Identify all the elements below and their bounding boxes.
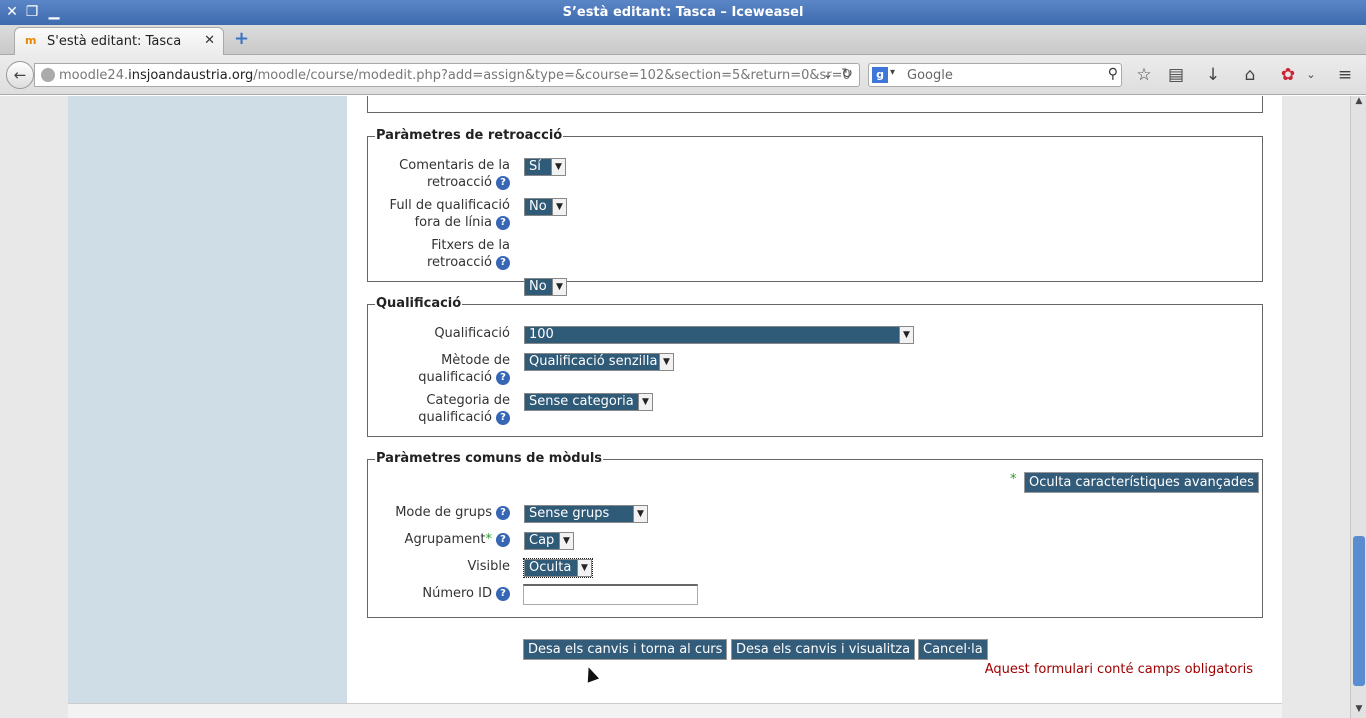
- page-viewport: tramesa? Paràmetres de retroacció Coment…: [0, 96, 1350, 718]
- help-icon[interactable]: ?: [496, 175, 510, 190]
- bookmarks-list-icon[interactable]: ▤: [1165, 65, 1187, 85]
- submission-settings-fieldset: tramesa?: [367, 96, 1263, 113]
- search-icon[interactable]: ⚲: [1108, 66, 1118, 82]
- close-tab-icon[interactable]: ✕: [204, 33, 215, 48]
- downloads-icon[interactable]: ↓: [1202, 65, 1224, 85]
- common-module-settings-fieldset: Paràmetres comuns de mòduls * Oculta car…: [367, 451, 1263, 618]
- reload-icon[interactable]: ↻: [841, 66, 853, 82]
- visible-label: Visible: [467, 559, 510, 574]
- group-mode-label: Mode de grups?: [378, 504, 510, 521]
- new-tab-icon[interactable]: +: [234, 30, 250, 48]
- help-icon[interactable]: ?: [496, 370, 510, 385]
- group-mode-select[interactable]: Sense grups ▼: [524, 505, 648, 523]
- chevron-down-icon: ▼: [633, 506, 647, 522]
- tab-strip: m S'està editant: Tasca ✕ +: [0, 25, 1366, 55]
- search-engine-dropdown-icon[interactable]: ▾: [890, 67, 895, 78]
- tab-title: S'està editant: Tasca: [47, 34, 182, 49]
- search-bar[interactable]: g ▾ Google ⚲: [868, 63, 1122, 87]
- visible-select[interactable]: Oculta ▼: [523, 558, 593, 578]
- chevron-down-icon: ▼: [552, 199, 566, 215]
- addon-dropdown-icon[interactable]: ⌄: [1300, 65, 1322, 85]
- back-button[interactable]: ←: [6, 61, 34, 89]
- offline-grading-select[interactable]: No ▼: [524, 198, 567, 216]
- tab-editing-task[interactable]: m S'està editant: Tasca ✕: [14, 27, 224, 55]
- grade-category-label: Categoria de qualificació?: [418, 393, 510, 425]
- chevron-down-icon: ▼: [638, 394, 652, 410]
- search-input[interactable]: Google: [907, 68, 953, 83]
- help-icon[interactable]: ?: [496, 532, 510, 547]
- chevron-down-icon: ▼: [899, 327, 913, 343]
- grading-method-label: Mètode de qualificació?: [418, 353, 510, 385]
- save-and-return-button[interactable]: Desa els canvis i torna al curs: [523, 639, 728, 660]
- chevron-down-icon: ▼: [577, 560, 591, 576]
- chevron-down-icon: ▼: [559, 533, 573, 549]
- chevron-down-icon: ▼: [552, 279, 566, 295]
- chevron-down-icon: ▼: [551, 159, 565, 175]
- home-icon[interactable]: ⌂: [1239, 65, 1261, 85]
- bookmark-star-icon[interactable]: ☆: [1133, 65, 1155, 85]
- grading-method-select[interactable]: Qualificació senzilla ▼: [524, 353, 674, 371]
- help-icon[interactable]: ?: [496, 255, 510, 270]
- feedback-files-select[interactable]: No ▼: [524, 278, 567, 296]
- scroll-down-icon[interactable]: ▼: [1353, 704, 1365, 716]
- id-number-input[interactable]: [523, 584, 698, 605]
- google-engine-icon[interactable]: g: [872, 67, 888, 83]
- addon-icon[interactable]: ✿: [1277, 65, 1299, 85]
- url-text[interactable]: moodle24.insjoandaustria.org/moodle/cour…: [59, 68, 851, 83]
- chevron-down-icon: ▼: [659, 354, 673, 370]
- globe-icon: [41, 68, 55, 82]
- grade-select[interactable]: 100 ▼: [524, 326, 914, 344]
- url-bar[interactable]: moodle24.insjoandaustria.org/moodle/cour…: [34, 63, 860, 87]
- feedback-settings-fieldset: Paràmetres de retroacció Comentaris de l…: [367, 128, 1263, 296]
- hide-advanced-button[interactable]: Oculta característiques avançades: [1024, 472, 1259, 493]
- moodle-favicon-icon: m: [25, 34, 37, 47]
- page-footer-strip: [68, 703, 1282, 718]
- cancel-button[interactable]: Cancel·la: [918, 639, 988, 660]
- feedback-files-label: Fitxers de la retroacció?: [427, 238, 510, 270]
- grade-category-select[interactable]: Sense categoria ▼: [524, 393, 653, 411]
- offline-grading-label: Full de qualificació fora de línia?: [389, 198, 510, 230]
- scrollbar-thumb[interactable]: [1353, 536, 1365, 686]
- required-asterisk: *: [1010, 472, 1017, 487]
- feedback-legend: Paràmetres de retroacció: [375, 128, 564, 143]
- window-title: S’està editant: Tasca – Iceweasel: [562, 5, 804, 20]
- grade-legend: Qualificació: [375, 296, 463, 311]
- common-settings-legend: Paràmetres comuns de mòduls: [375, 451, 604, 466]
- required-fields-note: Aquest formulari conté camps obligatoris: [984, 662, 1253, 677]
- left-sidebar: [68, 96, 347, 703]
- grouping-select[interactable]: Cap ▼: [524, 532, 574, 550]
- navigation-toolbar: moodle24.insjoandaustria.org/moodle/cour…: [0, 55, 1366, 95]
- help-icon[interactable]: ?: [496, 410, 510, 425]
- grade-label: Qualificació: [434, 326, 510, 341]
- id-number-label: Número ID?: [378, 585, 510, 602]
- menu-icon[interactable]: ≡: [1334, 65, 1356, 85]
- url-history-dropdown-icon[interactable]: ⌄: [823, 67, 833, 81]
- feedback-comments-select[interactable]: Sí ▼: [524, 158, 566, 176]
- help-icon[interactable]: ?: [496, 215, 510, 230]
- feedback-comments-label: Comentaris de la retroacció?: [399, 158, 510, 190]
- grouping-label: Agrupament*?: [378, 531, 510, 548]
- window-titlebar: ✕ ❐ ▁ S’està editant: Tasca – Iceweasel: [0, 0, 1366, 25]
- grade-fieldset: Qualificació Qualificació 100 ▼ Mètode de…: [367, 296, 1263, 437]
- vertical-scrollbar[interactable]: ▲ ▼: [1350, 96, 1366, 718]
- help-icon[interactable]: ?: [496, 586, 510, 601]
- save-and-display-button[interactable]: Desa els canvis i visualitza: [731, 639, 916, 660]
- scroll-up-icon[interactable]: ▲: [1353, 96, 1365, 108]
- help-icon[interactable]: ?: [496, 505, 510, 520]
